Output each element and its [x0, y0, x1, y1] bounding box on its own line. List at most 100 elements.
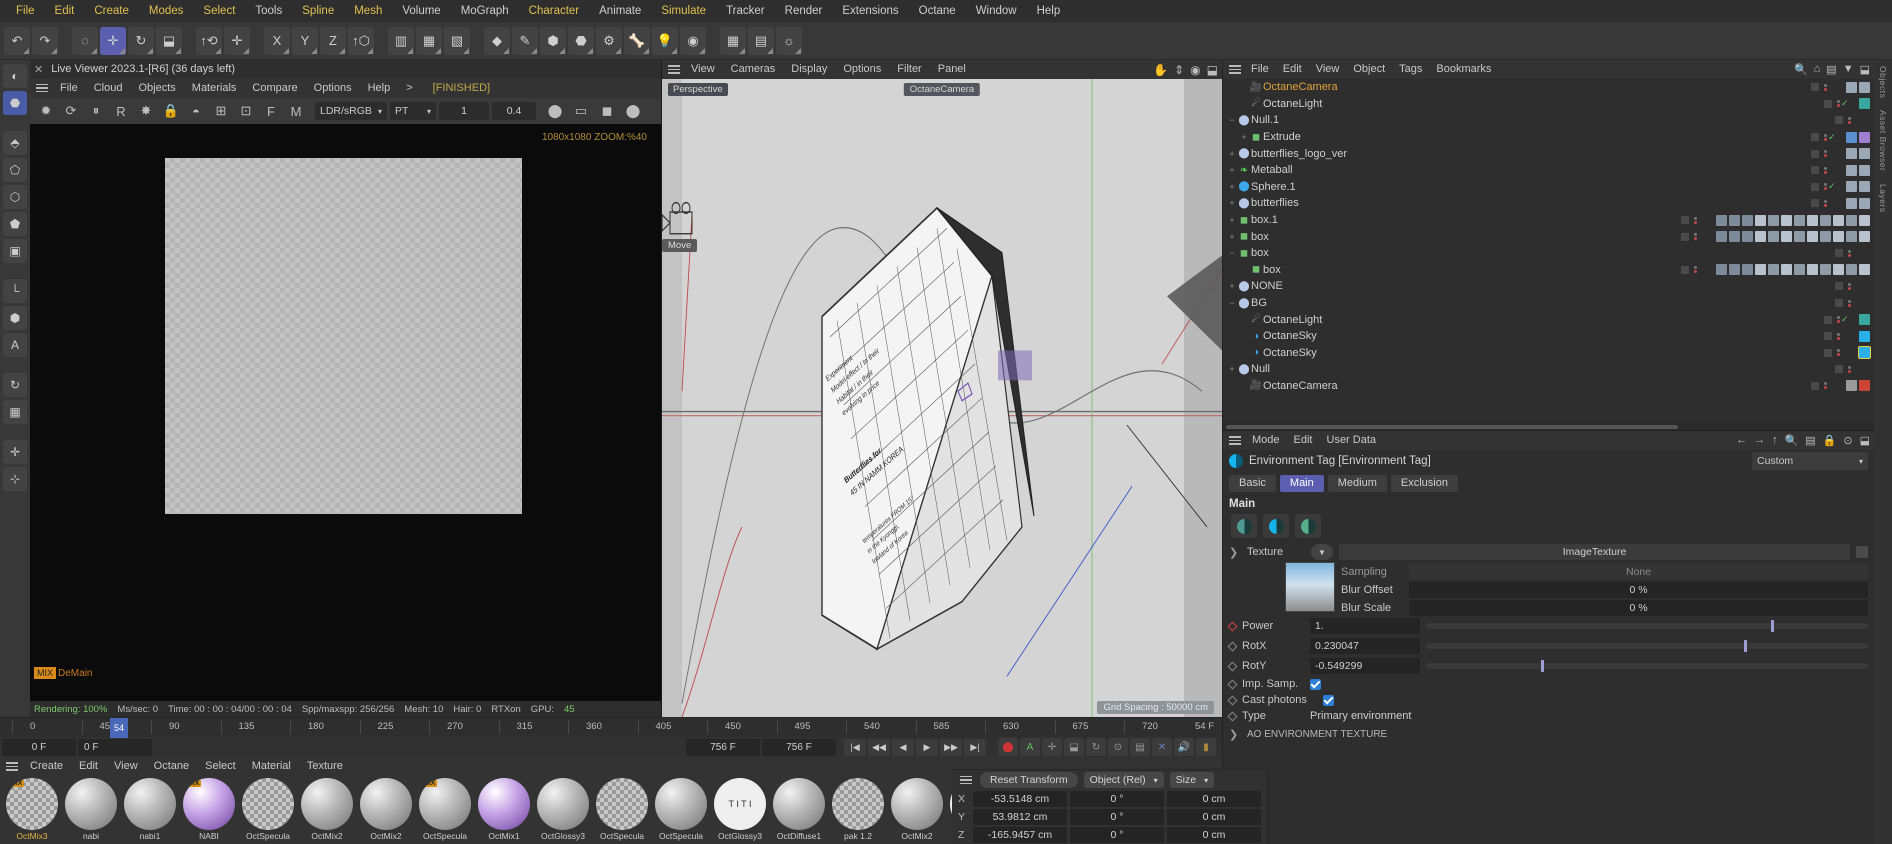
filter-icon[interactable]: ▼	[1843, 63, 1854, 76]
lighting-icon[interactable]: ☼	[776, 26, 802, 55]
material-tag[interactable]	[1846, 231, 1857, 243]
timeline-ruler[interactable]: 0 45 90 135 180 225 270 315 360 405 450 495 540 585 63…	[0, 717, 1222, 738]
gamma-field[interactable]: 0.4	[492, 102, 536, 120]
material-item[interactable]: OctSpecula	[594, 778, 650, 842]
viewport-menu-options[interactable]: Options	[835, 60, 889, 79]
material-tag[interactable]	[1755, 214, 1766, 226]
object-row[interactable]: + ◼ Extrude ✓	[1223, 129, 1874, 146]
chevron-right-icon[interactable]: ❯	[1229, 546, 1241, 559]
material-tag[interactable]	[1846, 264, 1857, 276]
search-icon[interactable]: 🔍	[1794, 63, 1808, 76]
material-preview-icon[interactable]: ◓	[184, 100, 208, 122]
material-tag[interactable]	[1729, 231, 1740, 243]
render-queue-icon[interactable]: ▦	[416, 26, 442, 55]
object-row[interactable]: + ⬤ butterflies	[1223, 195, 1874, 212]
menu-item-edit[interactable]: Edit	[45, 0, 85, 22]
material-tag[interactable]	[1755, 264, 1766, 276]
material-tag[interactable]	[1807, 264, 1818, 276]
lv-menu-compare[interactable]: Compare	[244, 78, 305, 98]
object-tag[interactable]	[1859, 98, 1870, 110]
menu-item-spline[interactable]: Spline	[292, 0, 344, 22]
object-tags[interactable]	[1859, 314, 1870, 326]
object-tag[interactable]	[1859, 380, 1870, 392]
region-render-icon[interactable]: R	[109, 100, 133, 122]
go-to-start-button[interactable]: |◀	[844, 738, 866, 756]
material-tag[interactable]	[1794, 231, 1805, 243]
hamburger-icon[interactable]	[34, 83, 50, 93]
object-tags[interactable]	[1859, 98, 1870, 110]
object-pick-icon[interactable]: ⊡	[234, 100, 258, 122]
object-row[interactable]: − ◼ box	[1223, 245, 1874, 262]
object-row[interactable]: + ⬤ Sphere.1 ✓	[1223, 179, 1874, 196]
material-tag[interactable]	[1716, 214, 1727, 226]
live-viewer-canvas[interactable]: 1080x1080 ZOOM:%40 MIX DeMain	[30, 124, 661, 701]
material-item[interactable]: OctMix2	[358, 778, 414, 842]
am-menu-user-data[interactable]: User Data	[1320, 431, 1384, 450]
cast-photons-checkbox[interactable]	[1323, 694, 1334, 706]
cast-photons-keyframe-icon[interactable]	[1227, 695, 1238, 705]
step-back-button[interactable]: ◀◀	[868, 738, 890, 756]
material-tag[interactable]	[1820, 214, 1831, 226]
maximize-view-icon[interactable]: ⬓	[1207, 63, 1218, 77]
twirl-toggle-icon[interactable]: +	[1227, 364, 1237, 374]
coordinate-rot-field[interactable]: 0 °	[1070, 826, 1164, 843]
rotate-tool-icon[interactable]: ↻	[128, 26, 154, 55]
material-tag[interactable]	[1859, 214, 1870, 226]
om-menu-view[interactable]: View	[1309, 60, 1347, 79]
point-mode-icon[interactable]: ⬠	[3, 158, 27, 182]
render-restart-icon[interactable]: ⟳	[59, 100, 83, 122]
object-tags[interactable]	[1859, 330, 1870, 342]
om-menu-tags[interactable]: Tags	[1392, 60, 1429, 79]
rotate-view-icon[interactable]: ◉	[1190, 63, 1200, 77]
object-row[interactable]: ◑ OctaneSky	[1223, 345, 1874, 362]
character-icon[interactable]: 🦴	[624, 26, 650, 55]
list-icon[interactable]: ▤	[1805, 434, 1815, 447]
object-tags[interactable]	[1716, 264, 1870, 276]
play-forward-button[interactable]: ▶	[916, 738, 938, 756]
grid-snap-icon[interactable]: ▦	[720, 26, 746, 55]
material-item[interactable]: MIX OctSpecula	[417, 778, 473, 842]
om-menu-edit[interactable]: Edit	[1276, 60, 1309, 79]
level-of-detail-icon[interactable]: ▮	[1196, 738, 1216, 756]
material-item[interactable]: OctDiffuse1	[771, 778, 827, 842]
frame-max-field[interactable]: 756 F	[762, 738, 836, 756]
material-tag[interactable]	[1768, 264, 1779, 276]
material-item[interactable]: OctGlossy3	[535, 778, 591, 842]
material-tag[interactable]	[1781, 264, 1792, 276]
coordinate-size-field[interactable]: 0 cm	[1167, 790, 1261, 807]
object-row[interactable]: ☄ OctaneLight ✓	[1223, 96, 1874, 113]
texture-value[interactable]: ImageTexture	[1339, 544, 1850, 560]
material-tag[interactable]	[1742, 264, 1753, 276]
workplane-icon[interactable]: ⬢	[3, 306, 27, 330]
viewport-hamburger-icon[interactable]	[666, 65, 682, 74]
keyframe-select-icon[interactable]: ✕	[1152, 738, 1172, 756]
visibility-dots[interactable]	[1810, 166, 1828, 175]
kernel-dropdown[interactable]: PT ▾	[390, 102, 436, 120]
grid-icon[interactable]: ▦	[3, 400, 27, 424]
scale-tool-icon[interactable]: ⬓	[156, 26, 182, 55]
material-preview[interactable]	[655, 778, 707, 830]
attribute-tab-medium[interactable]: Medium	[1327, 474, 1387, 492]
material-item[interactable]: OctMix2	[889, 778, 945, 842]
object-tag[interactable]	[1846, 380, 1857, 392]
material-preview[interactable]	[65, 778, 117, 830]
step-forward-button[interactable]: ▶▶	[940, 738, 962, 756]
visibility-dots[interactable]	[1834, 249, 1852, 258]
timeline-playhead[interactable]: 54	[110, 718, 128, 738]
env-mode-1-icon[interactable]	[1231, 514, 1257, 538]
menu-item-select[interactable]: Select	[193, 0, 245, 22]
object-row[interactable]: ◑ OctaneSky	[1223, 328, 1874, 345]
lv-menu-options[interactable]: Options	[306, 78, 360, 98]
visibility-dots[interactable]	[1834, 299, 1852, 308]
material-menu-octane[interactable]: Octane	[146, 757, 197, 776]
material-tag[interactable]	[1833, 231, 1844, 243]
coordinate-pos-field[interactable]: 53.9812 cm	[973, 808, 1067, 825]
text-mode-icon[interactable]: A	[3, 333, 27, 357]
menu-item-mesh[interactable]: Mesh	[344, 0, 392, 22]
material-picker-icon[interactable]: M	[284, 100, 308, 122]
material-tag[interactable]	[1807, 231, 1818, 243]
type-keyframe-icon[interactable]	[1227, 711, 1238, 721]
attribute-hamburger-icon[interactable]	[1227, 436, 1243, 445]
object-tags[interactable]	[1846, 148, 1870, 160]
menu-item-tools[interactable]: Tools	[245, 0, 292, 22]
